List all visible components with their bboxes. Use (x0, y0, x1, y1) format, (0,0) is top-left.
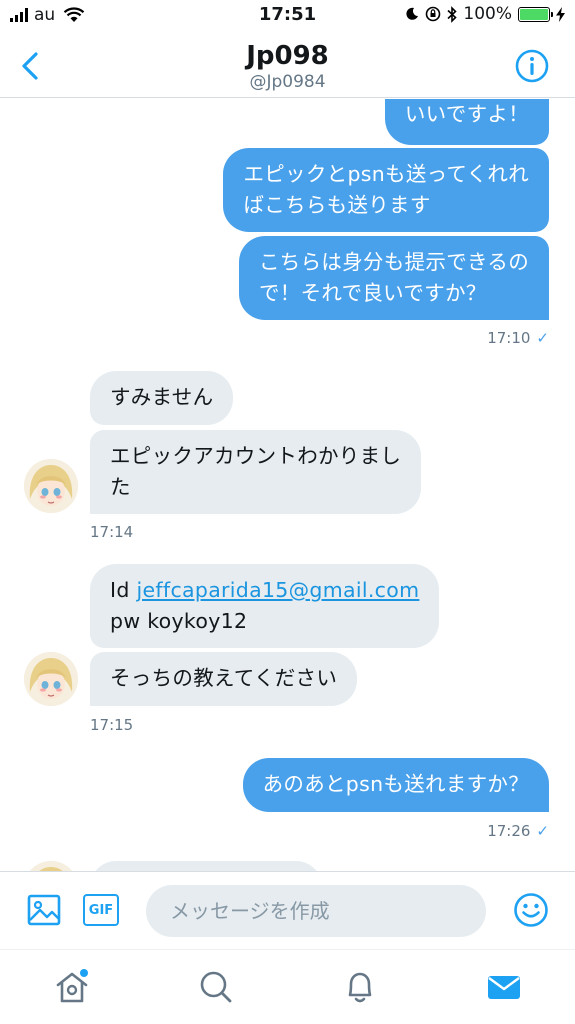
image-icon (27, 894, 61, 926)
message-text: エピックアカウントわかりまし (110, 444, 402, 468)
charging-icon (556, 6, 565, 22)
bluetooth-icon (447, 5, 458, 23)
read-check-icon: ✓ (536, 329, 549, 347)
message-text: ばこちらも送ります (243, 193, 431, 217)
message-text: エピックとpsnも送ってくれれ (243, 162, 529, 186)
message-bubble-received[interactable]: そっちの教えてください (90, 652, 358, 706)
message-bubble-sent[interactable]: いいですよ！ (384, 99, 549, 145)
home-icon (56, 969, 88, 1003)
message-text: あのあとpsnも送れますか？ (262, 772, 529, 796)
search-icon (200, 971, 232, 1003)
message-timestamp: 17:14 (90, 523, 133, 541)
smiley-icon (514, 893, 548, 927)
sender-avatar[interactable] (24, 652, 78, 706)
battery-percent: 100% (463, 4, 512, 24)
message-text: pw koykoy12 (110, 609, 248, 633)
message-text: た (110, 475, 131, 499)
message-text: で！それで良いですか？ (259, 281, 487, 305)
timestamp-text: 17:15 (90, 716, 134, 734)
message-composer: GIF (0, 871, 575, 949)
tab-messages[interactable] (485, 968, 521, 1004)
anime-avatar-icon (24, 861, 78, 871)
tab-home[interactable] (53, 968, 89, 1004)
message-text: こちらは身分も提示できるの (259, 250, 529, 274)
status-right: 100% (405, 4, 565, 24)
sender-avatar[interactable] (24, 459, 78, 513)
timestamp-text: 17:10 (487, 329, 531, 347)
tab-bar (0, 949, 575, 1024)
message-bubble-received[interactable]: Id jeffcaparida15@gmail.com pw koykoy12 (90, 564, 440, 648)
timestamp-text: 17:26 (487, 822, 531, 840)
moon-icon (406, 7, 419, 20)
message-list[interactable]: いいですよ！ エピックとpsnも送ってくれれ ばこちらも送ります こちらは身分も… (0, 99, 575, 871)
id-label: Id (110, 578, 130, 602)
message-timestamp: 17:10 ✓ (487, 329, 549, 347)
message-timestamp: 17:26 ✓ (487, 822, 549, 840)
read-check-icon: ✓ (536, 822, 549, 840)
info-button[interactable] (515, 49, 549, 83)
message-text: いいですよ！ (404, 102, 529, 126)
message-bubble-received[interactable] (90, 861, 322, 871)
message-line: Id jeffcaparida15@gmail.com (110, 575, 419, 606)
tab-search[interactable] (197, 968, 233, 1004)
message-timestamp: 17:15 (90, 716, 133, 734)
message-bubble-received[interactable]: すみません (90, 371, 234, 425)
email-link[interactable]: jeffcaparida15@gmail.com (137, 578, 420, 602)
notifications-icon (348, 972, 372, 1003)
notification-dot-icon (80, 969, 88, 977)
add-photo-button[interactable] (26, 892, 62, 928)
tab-notifications[interactable] (341, 968, 377, 1004)
conversation-title: Jp098 (246, 41, 329, 71)
messages-icon (488, 976, 520, 999)
status-bar: au 17:51 100% (0, 0, 575, 34)
gif-button[interactable]: GIF (83, 894, 119, 926)
message-text: すみません (110, 385, 214, 409)
message-bubble-sent[interactable]: エピックとpsnも送ってくれれ ばこちらも送ります (223, 148, 549, 232)
message-input[interactable] (146, 885, 486, 937)
emoji-button[interactable] (513, 892, 549, 928)
message-bubble-received[interactable]: エピックアカウントわかりまし た (90, 430, 422, 514)
message-bubble-sent[interactable]: こちらは身分も提示できるの で！それで良いですか？ (239, 236, 549, 320)
anime-avatar-icon (24, 652, 78, 706)
rotation-lock-icon (426, 6, 441, 22)
conversation-handle: @Jp0984 (249, 72, 326, 92)
message-bubble-sent[interactable]: あのあとpsnも送れますか？ (242, 758, 549, 812)
message-text: そっちの教えてください (110, 666, 338, 690)
battery-icon (518, 6, 553, 22)
info-circle-icon (515, 49, 549, 83)
sender-avatar[interactable] (24, 861, 78, 871)
conversation-header: Jp098 @Jp0984 (0, 34, 575, 98)
timestamp-text: 17:14 (90, 523, 134, 541)
anime-avatar-icon (24, 459, 78, 513)
